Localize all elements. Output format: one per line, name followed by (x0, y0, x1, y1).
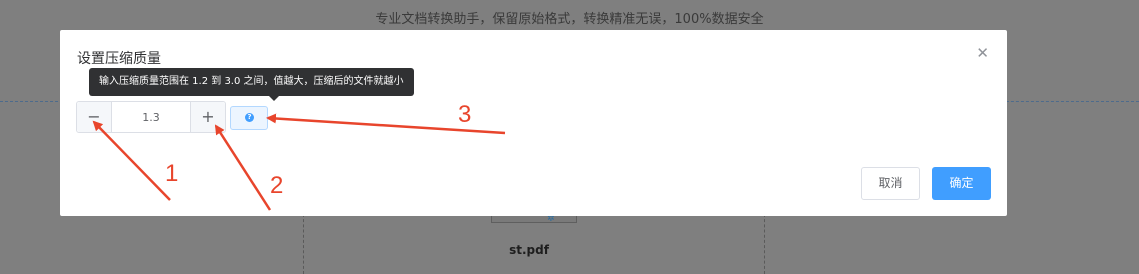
quality-input[interactable] (112, 102, 190, 132)
question-circle-icon: ? (245, 113, 254, 122)
cancel-button[interactable]: 取消 (861, 167, 920, 200)
close-icon[interactable]: ✕ (976, 46, 989, 61)
decrease-button[interactable]: − (77, 102, 112, 132)
help-button[interactable]: ? (230, 106, 268, 130)
quality-range-tooltip: 输入压缩质量范围在 1.2 到 3.0 之间，值越大，压缩后的文件就越小 (89, 68, 414, 101)
increase-button[interactable]: + (190, 102, 225, 132)
confirm-button[interactable]: 确定 (932, 167, 991, 200)
compress-quality-dialog: 设置压缩质量 ✕ 输入压缩质量范围在 1.2 到 3.0 之间，值越大，压缩后的… (60, 30, 1007, 216)
file-thumbnail-icon: ✲ (547, 214, 555, 224)
page-tagline: 专业文档转换助手，保留原始格式，转换精准无误，100%数据安全 (375, 12, 764, 27)
quality-stepper: − + (76, 101, 226, 133)
file-name: st.pdf (509, 243, 549, 257)
dialog-title: 设置压缩质量 (77, 51, 161, 67)
